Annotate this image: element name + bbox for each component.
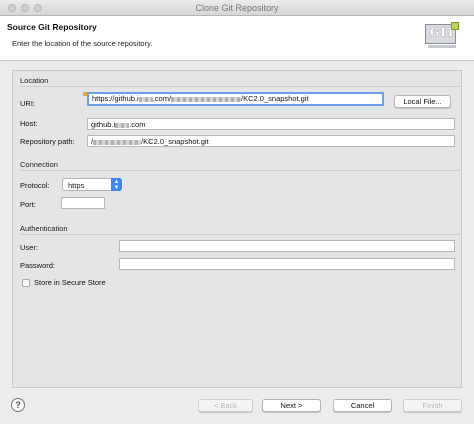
host-label: Host: <box>20 119 38 128</box>
back-button[interactable]: < Back <box>198 399 253 412</box>
help-button[interactable]: ? <box>11 398 25 412</box>
connection-separator <box>20 170 460 171</box>
protocol-label: Protocol: <box>20 181 50 190</box>
finish-button[interactable]: Finish <box>403 399 462 412</box>
page-title: Source Git Repository <box>7 22 97 32</box>
host-input[interactable]: github.i .com <box>87 118 455 130</box>
redacted-text <box>171 96 242 102</box>
user-label: User: <box>20 243 38 252</box>
protocol-select[interactable]: https ▲ ▼ <box>62 178 122 191</box>
redacted-text <box>93 139 142 145</box>
git-logo-icon: GIT <box>425 22 460 50</box>
local-file-button[interactable]: Local File... <box>394 95 451 108</box>
port-label: Port: <box>20 200 36 209</box>
authentication-separator <box>20 234 460 235</box>
location-group-label: Location <box>20 76 49 85</box>
redacted-text <box>115 122 130 128</box>
port-input[interactable] <box>61 197 105 209</box>
connection-group-label: Connection <box>20 160 58 169</box>
location-separator <box>20 86 460 87</box>
store-in-secure-store-label[interactable]: Store in Secure Store <box>34 278 106 287</box>
uri-label: URI: <box>20 99 35 108</box>
uri-input[interactable]: https://github.i .com//KC2.0_snapshot.git <box>87 92 384 106</box>
password-input[interactable] <box>119 258 455 270</box>
password-label: Password: <box>20 261 56 270</box>
next-button[interactable]: Next > <box>262 399 321 412</box>
cancel-button[interactable]: Cancel <box>333 399 392 412</box>
wizard-header: Source Git Repository Enter the location… <box>0 16 474 61</box>
store-in-secure-store-checkbox[interactable] <box>22 279 30 287</box>
title-bar: Clone Git Repository <box>0 0 474 16</box>
window-title: Clone Git Repository <box>195 3 279 13</box>
user-input[interactable] <box>119 240 455 252</box>
repository-path-label: Repository path: <box>20 137 75 146</box>
protocol-value: https <box>68 181 85 190</box>
redacted-text <box>138 96 153 102</box>
select-updown-icon: ▲ ▼ <box>111 178 122 191</box>
page-description: Enter the location of the source reposit… <box>12 39 153 48</box>
authentication-group-label: Authentication <box>20 224 68 233</box>
repository-path-input[interactable]: //KC2.0_snapshot.git <box>87 135 455 147</box>
